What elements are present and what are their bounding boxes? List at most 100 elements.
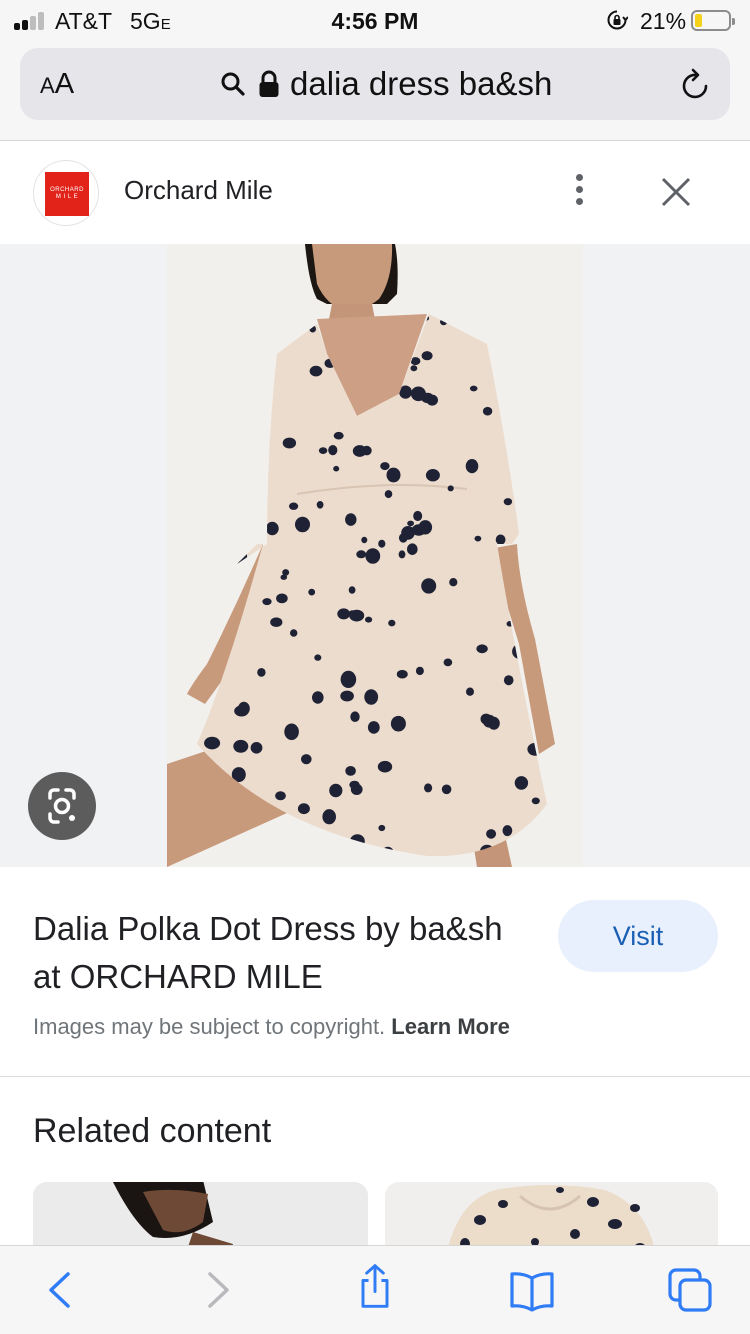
polka-dot (250, 742, 263, 754)
close-icon[interactable] (658, 174, 694, 210)
copyright-notice: Images may be subject to copyright. Lear… (33, 1014, 510, 1040)
polka-dot (503, 675, 514, 686)
polka-dot (350, 711, 360, 722)
polka-dot (367, 721, 380, 734)
polka-dot (322, 809, 336, 825)
status-bar: AT&T 5GE 4:56 PM 21% (0, 0, 750, 44)
polka-dot (328, 445, 338, 456)
polka-dot (413, 510, 423, 522)
polka-dot (421, 578, 437, 594)
browser-toolbar (0, 1245, 750, 1334)
polka-dot (282, 437, 297, 449)
copyright-text: Images may be subject to copyright. (33, 1014, 386, 1039)
polka-dot (276, 593, 288, 604)
polka-dot (329, 783, 343, 798)
polka-dot (386, 467, 401, 483)
polka-dot (396, 669, 408, 679)
polka-dot (364, 689, 379, 705)
polka-dot (289, 502, 299, 510)
polka-dot (318, 447, 328, 454)
url-display[interactable]: dalia dress ba&sh (220, 65, 552, 103)
more-options-icon[interactable] (572, 174, 586, 210)
dress-illustration (167, 244, 583, 867)
result-info: Dalia Polka Dot Dress by ba&sh at ORCHAR… (0, 867, 750, 1077)
polka-dot (514, 776, 529, 790)
polka-dot (314, 654, 322, 661)
polka-dot (361, 536, 368, 544)
polka-dot (380, 462, 390, 471)
polka-dot (469, 385, 478, 392)
search-icon (221, 72, 245, 96)
polka-dot (410, 386, 426, 402)
source-name[interactable]: Orchard Mile (124, 175, 273, 206)
polka-dot (407, 520, 414, 527)
polka-dot (421, 351, 433, 361)
polka-dot (424, 783, 433, 793)
browser-address-area: AA dalia dress ba&sh (0, 44, 750, 141)
polka-dot (349, 610, 356, 617)
clock: 4:56 PM (331, 8, 419, 34)
polka-dot (390, 715, 406, 732)
polka-dot (290, 629, 298, 637)
logo-text-line1: ORCHARD (50, 187, 84, 193)
source-favicon[interactable]: ORCHARD M I L E (33, 160, 99, 226)
tabs-icon[interactable] (666, 1266, 714, 1314)
visit-button[interactable]: Visit (558, 900, 718, 972)
polka-dot (333, 465, 340, 472)
polka-dot (340, 690, 354, 702)
polka-dot (447, 485, 454, 492)
polka-dot (482, 714, 496, 728)
text-size-button[interactable]: AA (40, 68, 74, 101)
polka-dot (270, 617, 283, 627)
google-lens-icon[interactable] (28, 772, 96, 840)
polka-dot (275, 791, 286, 801)
address-bar[interactable]: AA dalia dress ba&sh (20, 48, 730, 120)
polka-dot (388, 619, 396, 627)
polka-dot (398, 550, 406, 559)
image-preview-area (0, 244, 750, 867)
polka-dot (476, 644, 488, 654)
polka-dot (466, 687, 474, 696)
polka-dot (316, 501, 324, 509)
logo-text-line2: M I L E (55, 194, 79, 200)
polka-dot (378, 824, 386, 832)
polka-dot (384, 490, 393, 499)
orchard-mile-logo: ORCHARD M I L E (45, 172, 89, 216)
polka-dot (449, 578, 458, 587)
polka-dot (309, 365, 323, 377)
polka-dot (340, 670, 357, 688)
reload-icon[interactable] (680, 68, 712, 102)
polka-dot (349, 780, 360, 789)
forward-icon[interactable] (194, 1266, 242, 1314)
polka-dot (352, 445, 367, 457)
bookmarks-icon[interactable] (508, 1266, 556, 1314)
polka-dot (410, 365, 418, 372)
polka-dot (443, 658, 453, 667)
battery-percent: 21% (640, 8, 687, 34)
polka-dot (531, 797, 540, 805)
polka-dot (503, 498, 513, 506)
polka-dot (265, 521, 279, 536)
polka-dot (486, 829, 497, 839)
polka-dot (233, 739, 249, 753)
polka-dot (345, 766, 356, 776)
polka-dot (425, 469, 440, 482)
share-icon[interactable] (351, 1262, 399, 1310)
related-content-heading: Related content (33, 1112, 272, 1150)
polka-dot (482, 406, 493, 416)
back-icon[interactable] (36, 1266, 84, 1314)
url-text: dalia dress ba&sh (290, 65, 553, 102)
polka-dot (312, 691, 324, 704)
polka-dot (333, 431, 344, 440)
polka-dot (280, 574, 288, 580)
polka-dot (337, 608, 351, 620)
orientation-lock-icon (607, 10, 628, 30)
text-size-large-a: A (54, 68, 75, 100)
result-title[interactable]: Dalia Polka Dot Dress by ba&sh at ORCHAR… (33, 905, 503, 1001)
polka-dot (441, 784, 452, 795)
polka-dot (378, 539, 386, 548)
product-image[interactable] (167, 244, 583, 867)
polka-dot (356, 550, 367, 559)
learn-more-link[interactable]: Learn More (391, 1014, 510, 1039)
polka-dot (465, 459, 479, 474)
